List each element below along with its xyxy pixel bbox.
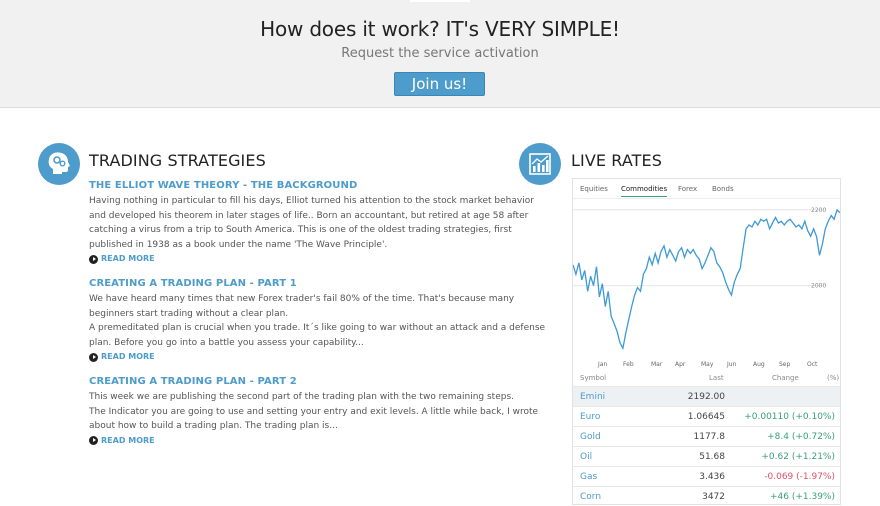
x-tick-label: Jan bbox=[597, 361, 607, 368]
article-title[interactable]: THE ELLIOT WAVE THEORY - THE BACKGROUND bbox=[89, 180, 499, 191]
trading-strategies-heading: TRADING STRATEGIES bbox=[89, 151, 266, 170]
hero-banner: How does it work? IT's VERY SIMPLE! Requ… bbox=[0, 0, 880, 108]
price-series-line bbox=[573, 208, 840, 351]
read-more-label: READ MORE bbox=[101, 254, 155, 264]
article-trading-plan-2: CREATING A TRADING PLAN - PART 2 This we… bbox=[89, 376, 539, 447]
article-text-line: published in 1938 as a book under the na… bbox=[89, 239, 388, 250]
x-tick-label: Feb bbox=[623, 361, 634, 368]
col-symbol: Symbol bbox=[580, 374, 607, 382]
rate-symbol[interactable]: Gas bbox=[580, 472, 597, 482]
rate-symbol[interactable]: Corn bbox=[580, 492, 601, 502]
tab-bonds[interactable]: Bonds bbox=[712, 185, 734, 196]
col-change: Change bbox=[772, 374, 799, 382]
rates-table-header: Symbol Last Change (%) bbox=[573, 371, 840, 386]
article-title[interactable]: CREATING A TRADING PLAN - PART 1 bbox=[89, 278, 499, 289]
x-tick-label: Jun bbox=[726, 361, 737, 368]
rate-change: +0.00110 (+0.10%) bbox=[744, 412, 835, 422]
price-chart: 2000 2200 Jan Feb Mar Apr May Jun Aug Sep Oct bbox=[573, 207, 840, 368]
x-tick-label: Oct bbox=[807, 361, 818, 368]
rate-symbol[interactable]: Emini bbox=[580, 392, 605, 402]
article-text-line: about how to build a trading plan. The t… bbox=[89, 421, 338, 432]
x-tick-label: May bbox=[701, 361, 714, 368]
read-more-link[interactable]: READ MORE bbox=[89, 435, 499, 447]
article-text-line: and developed his theorem in later stage… bbox=[89, 210, 529, 221]
rate-row-emini[interactable]: Emini 2192.00 bbox=[573, 386, 840, 406]
play-circle-icon bbox=[89, 352, 98, 362]
article-text-line: This week we are publishing the second p… bbox=[89, 392, 515, 402]
article-text-line: The Indicator you are going to use and s… bbox=[89, 406, 539, 417]
article-text-line: beginners start trading without a clear … bbox=[89, 308, 289, 319]
tab-equities[interactable]: Equities bbox=[580, 185, 608, 196]
rate-row-gas[interactable]: Gas 3.436 -0.069 (-1.97%) bbox=[573, 466, 840, 486]
read-more-label: READ MORE bbox=[101, 435, 155, 445]
rate-change: -0.069 (-1.97%) bbox=[764, 472, 835, 482]
article-trading-plan-1: CREATING A TRADING PLAN - PART 1 We have… bbox=[89, 278, 546, 363]
article-text-line: A premeditated plan is crucial when you … bbox=[89, 323, 546, 334]
tab-forex[interactable]: Forex bbox=[678, 185, 697, 196]
rate-change: +0.62 (+1.21%) bbox=[761, 452, 835, 462]
rate-last: 1.06645 bbox=[687, 412, 725, 422]
rate-change: +46 (+1.39%) bbox=[769, 492, 835, 502]
hero-title: How does it work? IT's VERY SIMPLE! bbox=[260, 17, 620, 41]
read-more-link[interactable]: READ MORE bbox=[89, 253, 499, 265]
rate-last: 3472 bbox=[702, 492, 725, 502]
rate-row-euro[interactable]: Euro 1.06645 +0.00110 (+0.10%) bbox=[573, 406, 840, 426]
tab-commodities[interactable]: Commodities bbox=[621, 185, 668, 197]
head-gears-icon bbox=[38, 143, 80, 185]
col-last: Last bbox=[709, 374, 724, 382]
rate-last: 51.68 bbox=[699, 452, 725, 462]
play-circle-icon bbox=[89, 436, 98, 446]
live-rates-heading: LIVE RATES bbox=[571, 151, 662, 170]
article-text-line: Having nothing in particular to fill his… bbox=[89, 196, 534, 206]
x-tick-label: Apr bbox=[675, 361, 686, 368]
y-tick-label: 2200 bbox=[811, 207, 826, 214]
bar-chart-icon bbox=[519, 143, 561, 185]
read-more-link[interactable]: READ MORE bbox=[89, 351, 499, 363]
x-tick-label: Aug bbox=[753, 361, 765, 368]
join-us-button[interactable]: Join us! bbox=[394, 72, 485, 96]
rate-symbol[interactable]: Gold bbox=[580, 432, 601, 442]
rate-change: +8.4 (+0.72%) bbox=[767, 432, 835, 442]
rate-row-oil[interactable]: Oil 51.68 +0.62 (+1.21%) bbox=[573, 446, 840, 466]
rate-last: 1177.8 bbox=[693, 432, 726, 442]
live-rates-widget: Equities Commodities Forex Bonds 2000 220… bbox=[572, 178, 841, 505]
rate-row-corn[interactable]: Corn 3472 +46 (+1.39%) bbox=[573, 486, 840, 506]
x-tick-label: Mar bbox=[651, 361, 663, 368]
read-more-label: READ MORE bbox=[101, 352, 155, 362]
rate-symbol[interactable]: Euro bbox=[580, 412, 600, 422]
article-text-line: We have heard many times that new Forex … bbox=[89, 294, 515, 304]
hero-subtitle: Request the service activation bbox=[341, 46, 539, 61]
rate-last: 3.436 bbox=[699, 472, 725, 482]
article-elliot-wave: THE ELLIOT WAVE THEORY - THE BACKGROUND … bbox=[89, 180, 534, 265]
article-text-line: plan. Before you go into a battle you as… bbox=[89, 337, 364, 348]
y-tick-label: 2000 bbox=[811, 283, 826, 290]
col-pct: (%) bbox=[827, 374, 840, 382]
play-circle-icon bbox=[89, 254, 98, 264]
article-text-line: catching a virus from a trip to South Am… bbox=[89, 225, 512, 236]
market-tabs: Equities Commodities Forex Bonds bbox=[573, 179, 840, 199]
rate-symbol[interactable]: Oil bbox=[580, 452, 592, 462]
x-tick-label: Sep bbox=[779, 361, 791, 368]
hero-accent-line bbox=[410, 0, 470, 2]
rate-row-gold[interactable]: Gold 1177.8 +8.4 (+0.72%) bbox=[573, 426, 840, 446]
rate-last: 2192.00 bbox=[687, 392, 725, 402]
article-title[interactable]: CREATING A TRADING PLAN - PART 2 bbox=[89, 376, 499, 387]
